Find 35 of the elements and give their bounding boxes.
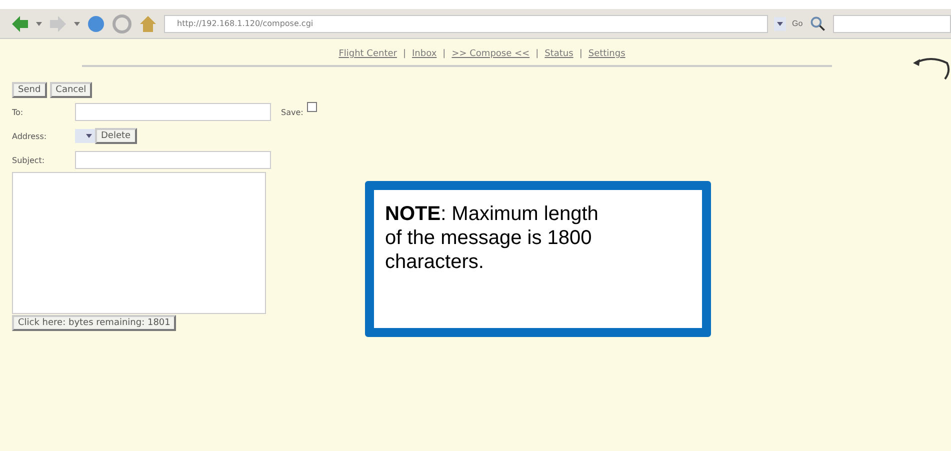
address-bar[interactable]: http://192.168.1.120/compose.cgi bbox=[164, 14, 768, 32]
nav-link[interactable]: Settings bbox=[588, 49, 626, 59]
go-button[interactable]: Go bbox=[792, 19, 803, 28]
back-arrow-icon[interactable] bbox=[10, 14, 30, 34]
address-dropdown[interactable] bbox=[75, 129, 95, 143]
delete-button[interactable]: Delete bbox=[95, 128, 137, 144]
search-field[interactable] bbox=[832, 14, 951, 32]
refresh-icon[interactable] bbox=[86, 14, 106, 34]
subject-field[interactable] bbox=[75, 151, 271, 169]
dropdown-caret-icon[interactable] bbox=[774, 16, 786, 30]
nav-link[interactable]: Flight Center bbox=[338, 49, 397, 59]
nav-link[interactable]: Status bbox=[544, 49, 574, 59]
home-icon[interactable] bbox=[138, 14, 158, 34]
nav-separator: | bbox=[536, 49, 539, 59]
dropdown-caret-icon[interactable] bbox=[74, 22, 80, 26]
save-checkbox[interactable] bbox=[307, 102, 318, 112]
to-label: To: bbox=[12, 108, 24, 116]
send-button[interactable]: Send bbox=[12, 82, 47, 98]
save-label: Save: bbox=[281, 108, 304, 116]
search-icon[interactable] bbox=[808, 14, 827, 32]
nav-link[interactable]: >> Compose << bbox=[452, 49, 530, 59]
nav-separator: | bbox=[442, 49, 446, 59]
caret-icon bbox=[86, 134, 92, 138]
nav-link[interactable]: Inbox bbox=[412, 49, 437, 59]
message-field[interactable] bbox=[12, 172, 266, 314]
cancel-button[interactable]: Cancel bbox=[50, 82, 92, 98]
dropdown-caret-icon[interactable] bbox=[36, 22, 42, 26]
stop-icon[interactable] bbox=[112, 14, 132, 34]
address-label: Address: bbox=[12, 132, 48, 140]
nav-separator: | bbox=[402, 49, 406, 59]
nav-separator: | bbox=[579, 49, 582, 59]
to-field[interactable] bbox=[75, 103, 271, 121]
note-text: NOTE: Maximum length of the message is 1800 characters. bbox=[385, 202, 600, 274]
bytes-remaining-button[interactable]: Click here: bytes remaining: 1801 bbox=[12, 315, 176, 331]
subject-label: Subject: bbox=[12, 156, 46, 164]
